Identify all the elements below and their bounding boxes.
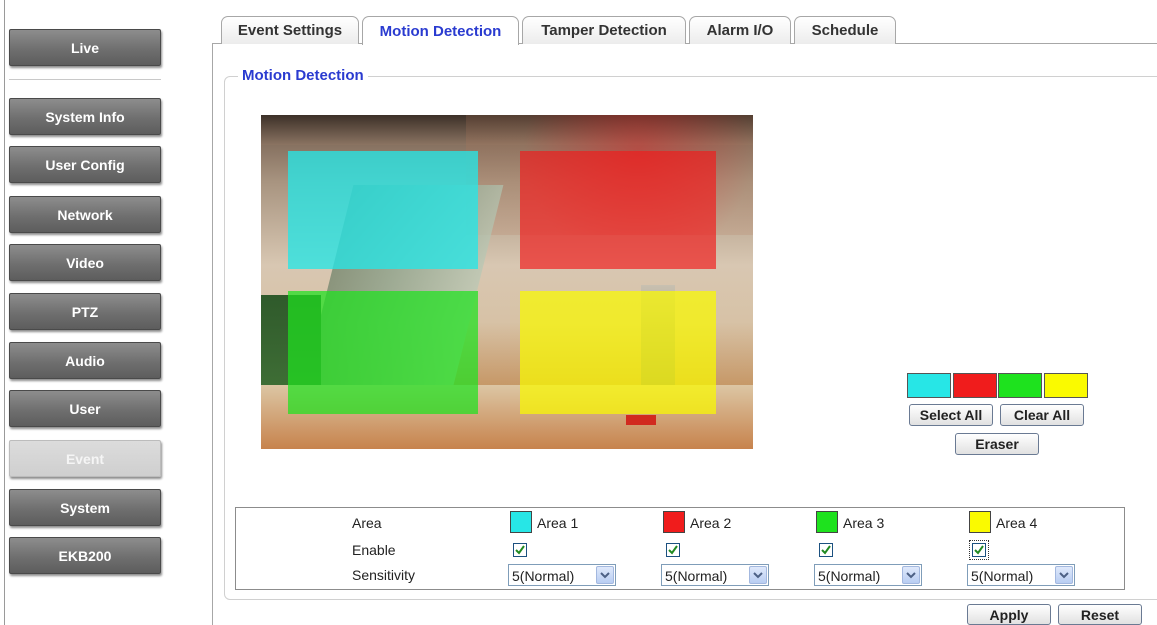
tab-alarm-io-label: Alarm I/O xyxy=(706,22,774,39)
nav-network-button[interactable]: Network xyxy=(9,196,161,233)
chevron-down-icon xyxy=(596,566,614,584)
palette-swatch-area-1[interactable] xyxy=(907,373,951,398)
nav-audio-button[interactable]: Audio xyxy=(9,342,161,379)
section-title: Motion Detection xyxy=(238,67,368,84)
tab-schedule[interactable]: Schedule xyxy=(794,16,896,44)
area-4-sensitivity-select[interactable]: 5(Normal) xyxy=(967,564,1075,586)
nav-audio-label: Audio xyxy=(65,352,105,369)
tab-event-settings-label: Event Settings xyxy=(237,22,343,39)
motion-zone-area-1[interactable] xyxy=(288,151,478,269)
chevron-down-icon xyxy=(1055,566,1073,584)
palette-swatch-area-2[interactable] xyxy=(953,373,997,398)
nav-system-info-button[interactable]: System Info xyxy=(9,98,161,135)
app-root: Live System Info User Config Network Vid… xyxy=(0,0,1157,625)
area-4-sensitivity-value: 5(Normal) xyxy=(971,568,1034,584)
motion-zone-area-3[interactable] xyxy=(288,291,478,414)
area-1-enable-checkbox[interactable] xyxy=(513,543,527,557)
nav-user-config-button[interactable]: User Config xyxy=(9,146,161,183)
checkmark-icon xyxy=(974,545,984,555)
floor-mark-shape xyxy=(626,415,656,425)
nav-separator xyxy=(9,79,161,80)
motion-zone-area-4[interactable] xyxy=(520,291,716,414)
nav-live-button[interactable]: Live xyxy=(9,29,161,66)
apply-button[interactable]: Apply xyxy=(967,604,1051,625)
motion-zone-area-2[interactable] xyxy=(520,151,716,269)
tab-event-settings[interactable]: Event Settings xyxy=(221,16,359,44)
nav-ekb200-button[interactable]: EKB200 xyxy=(9,537,161,574)
nav-video-button[interactable]: Video xyxy=(9,244,161,281)
nav-system-info-label: System Info xyxy=(45,108,125,125)
eraser-button[interactable]: Eraser xyxy=(955,433,1039,455)
nav-live-label: Live xyxy=(70,39,99,56)
palette-swatch-area-4[interactable] xyxy=(1044,373,1088,398)
nav-user-config-label: User Config xyxy=(45,156,125,173)
area-4-enable-checkbox[interactable] xyxy=(972,543,986,557)
area-1-sensitivity-value: 5(Normal) xyxy=(512,568,575,584)
area-2-color xyxy=(663,511,685,533)
area-2-sensitivity-value: 5(Normal) xyxy=(665,568,728,584)
area-1-color xyxy=(510,511,532,533)
area-2-sensitivity-select[interactable]: 5(Normal) xyxy=(661,564,769,586)
nav-system-button[interactable]: System xyxy=(9,489,161,526)
camera-preview[interactable] xyxy=(261,115,753,449)
nav-video-label: Video xyxy=(66,254,104,271)
tab-motion-detection-label: Motion Detection xyxy=(379,22,502,40)
area-3-enable-checkbox[interactable] xyxy=(819,543,833,557)
chevron-down-icon xyxy=(902,566,920,584)
tab-tamper-detection[interactable]: Tamper Detection xyxy=(522,16,686,44)
checkmark-icon xyxy=(668,545,678,555)
area-3-label: Area 3 xyxy=(843,515,885,531)
nav-event-label: Event xyxy=(65,450,105,467)
checkmark-icon xyxy=(515,545,525,555)
palette-swatch-area-3[interactable] xyxy=(998,373,1042,398)
reset-button[interactable]: Reset xyxy=(1058,604,1142,625)
row-label-enable: Enable xyxy=(352,542,396,558)
area-3-color xyxy=(816,511,838,533)
tab-schedule-label: Schedule xyxy=(811,22,879,39)
tab-tamper-detection-label: Tamper Detection xyxy=(541,22,667,39)
area-1-sensitivity-select[interactable]: 5(Normal) xyxy=(508,564,616,586)
nav-ptz-label: PTZ xyxy=(71,303,99,320)
nav-event-button[interactable]: Event xyxy=(9,440,161,477)
nav-network-label: Network xyxy=(57,206,113,223)
nav-ekb200-label: EKB200 xyxy=(58,547,112,564)
area-2-enable-checkbox[interactable] xyxy=(666,543,680,557)
tab-alarm-io[interactable]: Alarm I/O xyxy=(689,16,791,44)
checkmark-icon xyxy=(821,545,831,555)
area-1-label: Area 1 xyxy=(537,515,579,531)
area-3-sensitivity-value: 5(Normal) xyxy=(818,568,881,584)
chevron-down-icon xyxy=(749,566,767,584)
area-3-sensitivity-select[interactable]: 5(Normal) xyxy=(814,564,922,586)
nav-divider-line xyxy=(4,0,5,625)
area-4-label: Area 4 xyxy=(996,515,1038,531)
clear-all-button[interactable]: Clear All xyxy=(1000,404,1084,426)
nav-user-label: User xyxy=(69,400,101,417)
tab-motion-detection[interactable]: Motion Detection xyxy=(362,16,519,45)
nav-user-button[interactable]: User xyxy=(9,390,161,427)
row-label-sensitivity: Sensitivity xyxy=(352,567,416,583)
nav-ptz-button[interactable]: PTZ xyxy=(9,293,161,330)
row-label-area: Area xyxy=(352,515,382,531)
select-all-button[interactable]: Select All xyxy=(909,404,993,426)
content-border xyxy=(212,43,213,625)
nav-system-label: System xyxy=(60,499,110,516)
area-4-color xyxy=(969,511,991,533)
area-2-label: Area 2 xyxy=(690,515,732,531)
